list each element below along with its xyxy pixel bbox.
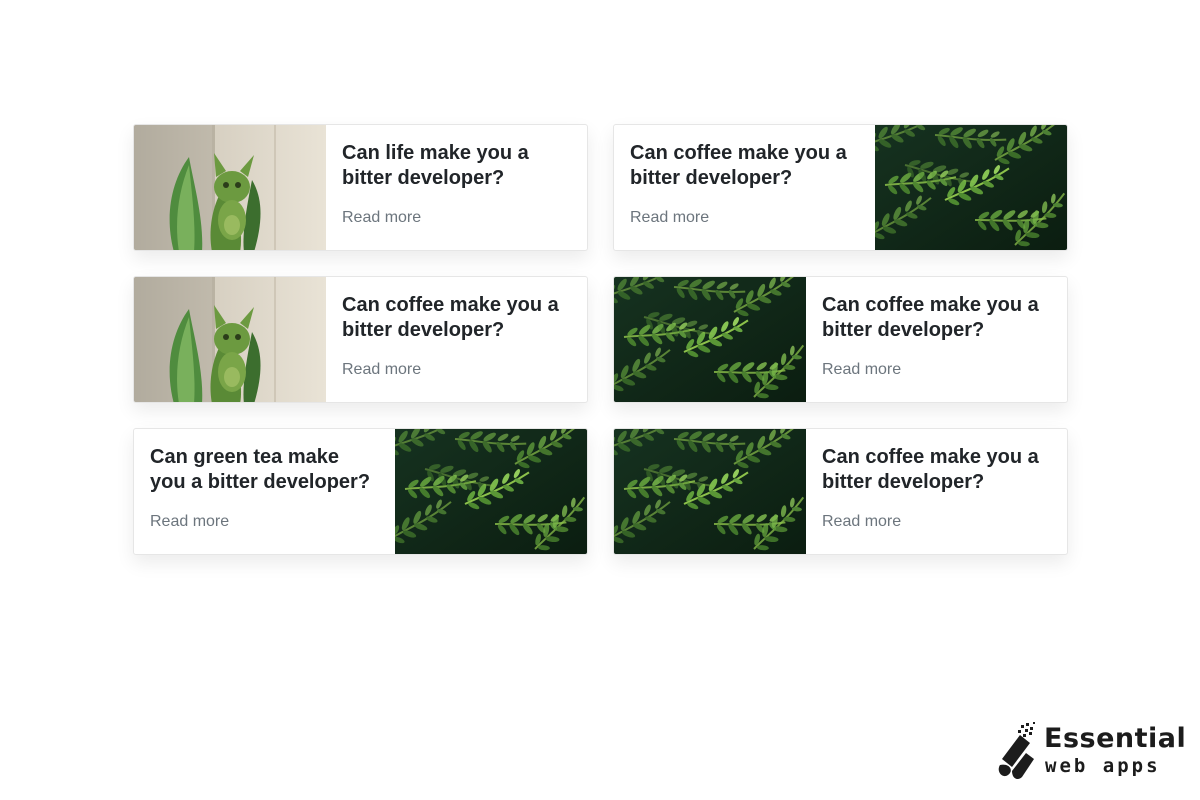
brand-tagline: web apps [1045, 755, 1161, 777]
card-title: Can coffee make you a bitter developer? [630, 142, 847, 189]
fern-leaves-photo[interactable] [395, 429, 587, 554]
read-more-link[interactable]: Read more [342, 361, 421, 379]
card-body: Can coffee make you a bitter developer? … [614, 125, 875, 250]
card-title: Can life make you a bitter developer? [342, 142, 529, 189]
article-card[interactable]: Can life make you a bitter developer? Re… [133, 124, 588, 251]
card-body: Can coffee make you a bitter developer? … [326, 277, 587, 402]
read-more-link[interactable]: Read more [630, 209, 709, 227]
brand-name: Essential [1044, 723, 1187, 754]
article-card-grid: Can life make you a bitter developer? Re… [133, 124, 1068, 555]
card-body: Can coffee make you a bitter developer? … [806, 277, 1067, 402]
fern-leaves-photo[interactable] [614, 277, 806, 402]
essential-web-apps-logo-icon [996, 721, 1042, 783]
card-body: Can life make you a bitter developer? Re… [326, 125, 587, 250]
article-card[interactable]: Can green tea make you a bitter develope… [133, 428, 588, 555]
read-more-link[interactable]: Read more [822, 513, 901, 531]
fern-leaves-photo[interactable] [875, 125, 1067, 250]
card-body: Can coffee make you a bitter developer? … [806, 429, 1067, 554]
article-card[interactable]: Can coffee make you a bitter developer? … [613, 124, 1068, 251]
read-more-link[interactable]: Read more [822, 361, 901, 379]
card-title: Can coffee make you a bitter developer? [342, 294, 559, 341]
read-more-link[interactable]: Read more [342, 209, 421, 227]
card-title: Can coffee make you a bitter developer? [822, 294, 1039, 341]
card-title: Can green tea make you a bitter develope… [150, 446, 371, 493]
frog-statue-photo[interactable] [134, 277, 326, 402]
card-body: Can green tea make you a bitter develope… [134, 429, 395, 554]
card-title: Can coffee make you a bitter developer? [822, 446, 1039, 493]
read-more-link[interactable]: Read more [150, 513, 229, 531]
article-card[interactable]: Can coffee make you a bitter developer? … [133, 276, 588, 403]
frog-statue-photo[interactable] [134, 125, 326, 250]
article-card[interactable]: Can coffee make you a bitter developer? … [613, 276, 1068, 403]
article-card[interactable]: Can coffee make you a bitter developer? … [613, 428, 1068, 555]
fern-leaves-photo[interactable] [614, 429, 806, 554]
brand-logo[interactable]: Essential web apps [996, 721, 1186, 783]
